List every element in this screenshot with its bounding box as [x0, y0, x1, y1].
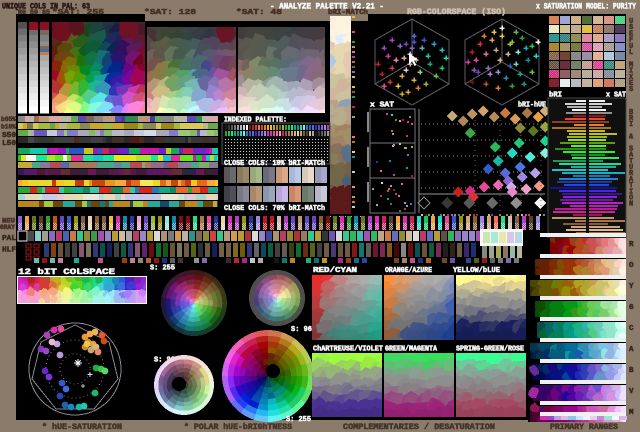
svg-text:bRI-hUE: bRI-hUE [518, 102, 546, 110]
svg-text:A: A [629, 346, 634, 354]
svg-text:S50: S50 [2, 132, 17, 140]
svg-text:b10%: b10% [1, 124, 16, 131]
svg-text:PAL: PAL [2, 235, 17, 243]
svg-text:RGB-COLORSPACE (ISO): RGB-COLORSPACE (ISO) [407, 8, 506, 17]
svg-text:ORANGE/AZURE: ORANGE/AZURE [385, 267, 432, 275]
svg-text:bRI-MATCh: bRI-MATCh [328, 9, 368, 17]
svg-text:S: 255: S: 255 [150, 265, 175, 273]
svg-text:O: O [629, 262, 634, 270]
svg-text:ChARTREUSE/VIOLET: ChARTREUSE/VIOLET [313, 346, 383, 354]
svg-text:R0 50 85: R0 50 85 [18, 9, 50, 16]
svg-text:RED/CYAN: RED/CYAN [313, 267, 357, 275]
svg-text:YELLOW/bLUE: YELLOW/bLUE [453, 267, 500, 275]
svg-text:M: M [629, 409, 634, 417]
svg-text:*SAT: 128: *SAT: 128 [144, 9, 196, 17]
svg-text:I: I [629, 121, 633, 129]
svg-text:* hUE-SATURATION: * hUE-SATURATION [42, 423, 122, 432]
svg-text:*SAT: 48: *SAT: 48 [236, 9, 282, 17]
svg-text:C: C [629, 325, 634, 333]
svg-text:12 bIT COLSPACE: 12 bIT COLSPACE [18, 268, 115, 277]
svg-text:x SATURATION MODEL: PURiTY: x SATURATION MODEL: PURiTY [536, 3, 636, 12]
svg-text:GRAY: GRAY [0, 224, 15, 231]
svg-text:* POLAR hUE-bRIGhTNESS: * POLAR hUE-bRIGhTNESS [184, 423, 292, 432]
svg-text:COMPLEMENTARIES / DESATURATION: COMPLEMENTARIES / DESATURATION [343, 423, 495, 432]
svg-text:B: B [629, 367, 634, 375]
svg-text:L50: L50 [2, 140, 17, 148]
svg-text:PRIMARY RANGES: PRIMARY RANGES [550, 423, 618, 432]
svg-text:Y: Y [629, 283, 634, 291]
svg-text:L: L [629, 49, 633, 57]
svg-text:SPRING-GREEN/ROSE: SPRING-GREEN/ROSE [456, 346, 524, 354]
svg-text:S: 96: S: 96 [291, 326, 312, 334]
svg-text:b65%: b65% [1, 116, 16, 123]
svg-text:HLF: HLF [2, 247, 17, 255]
svg-text:GREEN/MAGENTA: GREEN/MAGENTA [385, 346, 438, 354]
svg-text:*SAT: 255: *SAT: 255 [52, 9, 104, 17]
svg-text:G: G [629, 304, 634, 312]
svg-text:x SAT: x SAT [370, 102, 394, 110]
svg-text:N: N [629, 201, 633, 209]
svg-text:S: S [629, 86, 633, 94]
svg-text:CLOSE COLS: 10% bRI-MATCh: CLOSE COLS: 10% bRI-MATCh [224, 160, 325, 168]
svg-text:CLOSE COLS: 70% bRI-MATCh: CLOSE COLS: 70% bRI-MATCh [224, 205, 325, 213]
svg-text:V: V [629, 388, 634, 396]
svg-text:R: R [629, 241, 634, 249]
